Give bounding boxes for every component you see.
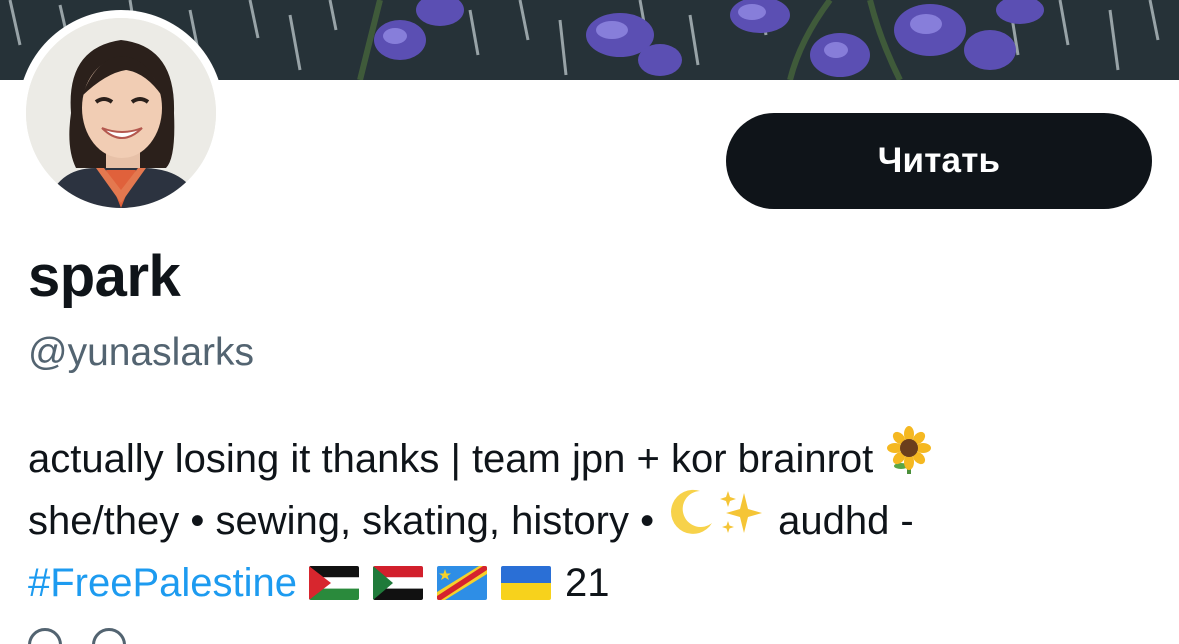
bio-line-2: she/they • sewing, skating, history • au… (28, 487, 1148, 555)
bio-line-3: #FreePalestine 21 (28, 552, 1148, 614)
bio-pronouns-interests: she/they • sewing, skating, history • (28, 499, 655, 543)
ukraine-flag (501, 566, 552, 600)
bio-age: 21 (565, 561, 610, 605)
sudan-flag (373, 566, 424, 600)
bio: actually losing it thanks | team jpn + k… (28, 426, 1148, 614)
palestine-flag (309, 566, 360, 600)
bio-text: actually losing it thanks | team jpn + k… (28, 437, 874, 481)
link-icon (92, 628, 126, 644)
username-handle: @yunaslarks (28, 331, 255, 374)
dr-congo-flag (437, 566, 488, 600)
bio-line-1: actually losing it thanks | team jpn + k… (28, 426, 1148, 492)
avatar-photo (26, 18, 216, 208)
profile-page: Читать spark @yunaslarks actually losing… (0, 0, 1179, 644)
location-icon (28, 628, 62, 644)
profile-meta-row (28, 628, 126, 644)
follow-button[interactable]: Читать (726, 113, 1152, 209)
sparkles-emoji (716, 487, 766, 555)
hashtag-link[interactable]: #FreePalestine (28, 552, 297, 614)
crescent-moon-emoji (666, 487, 716, 555)
avatar[interactable] (18, 10, 224, 216)
sunflower-emoji (885, 426, 933, 492)
display-name: spark (28, 244, 181, 309)
bio-audhd: audhd - (778, 499, 914, 543)
